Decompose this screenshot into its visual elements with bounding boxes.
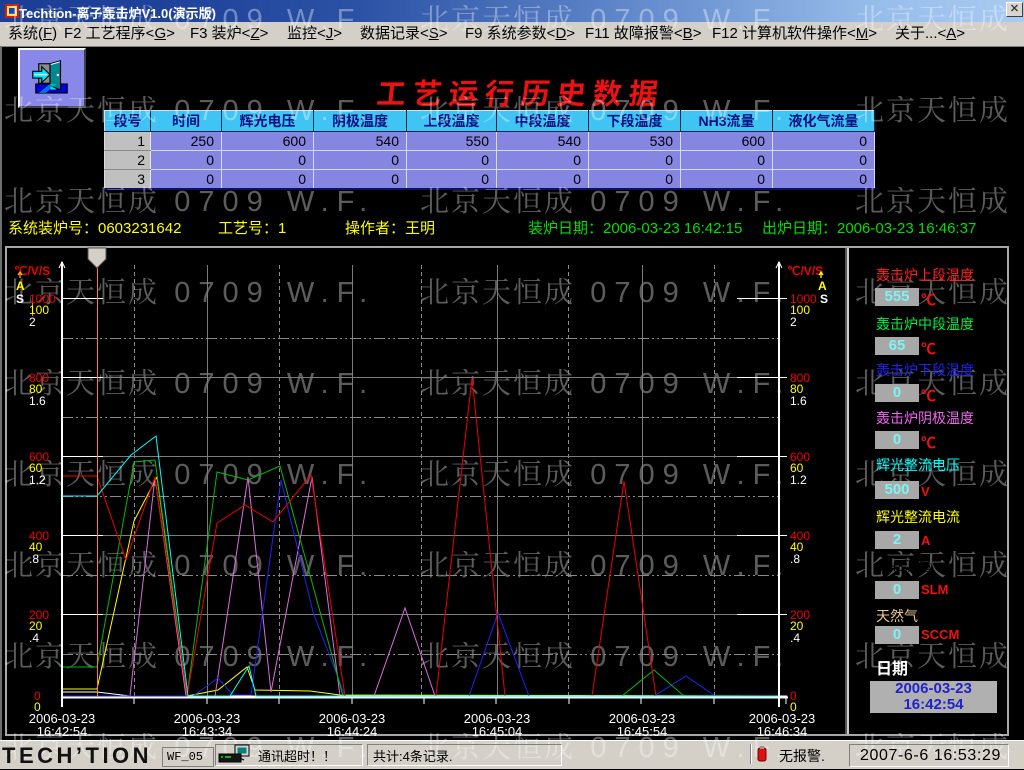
svg-text:2: 2 xyxy=(29,315,36,329)
svg-text:S: S xyxy=(16,292,24,306)
svg-text:1.6: 1.6 xyxy=(29,394,46,408)
svg-text:1.2: 1.2 xyxy=(790,473,807,487)
svg-text:16:45:04: 16:45:04 xyxy=(472,724,523,739)
svg-text:A: A xyxy=(818,279,827,293)
svg-text:16:44:24: 16:44:24 xyxy=(327,724,378,739)
svg-text:S: S xyxy=(820,292,828,306)
svg-text:.8: .8 xyxy=(29,552,39,566)
svg-text:.8: .8 xyxy=(790,552,800,566)
svg-text:.4: .4 xyxy=(29,631,39,645)
svg-text:16:42:54: 16:42:54 xyxy=(37,724,88,739)
svg-text:1.6: 1.6 xyxy=(790,394,807,408)
svg-text:16:43:34: 16:43:34 xyxy=(182,724,233,739)
svg-text:℃/V/S: ℃/V/S xyxy=(787,264,823,278)
svg-text:16:45:54: 16:45:54 xyxy=(617,724,668,739)
svg-text:16:46:34: 16:46:34 xyxy=(757,724,808,739)
svg-text:A: A xyxy=(16,279,25,293)
svg-text:.4: .4 xyxy=(790,631,800,645)
svg-text:1.2: 1.2 xyxy=(29,473,46,487)
svg-text:2: 2 xyxy=(790,315,797,329)
